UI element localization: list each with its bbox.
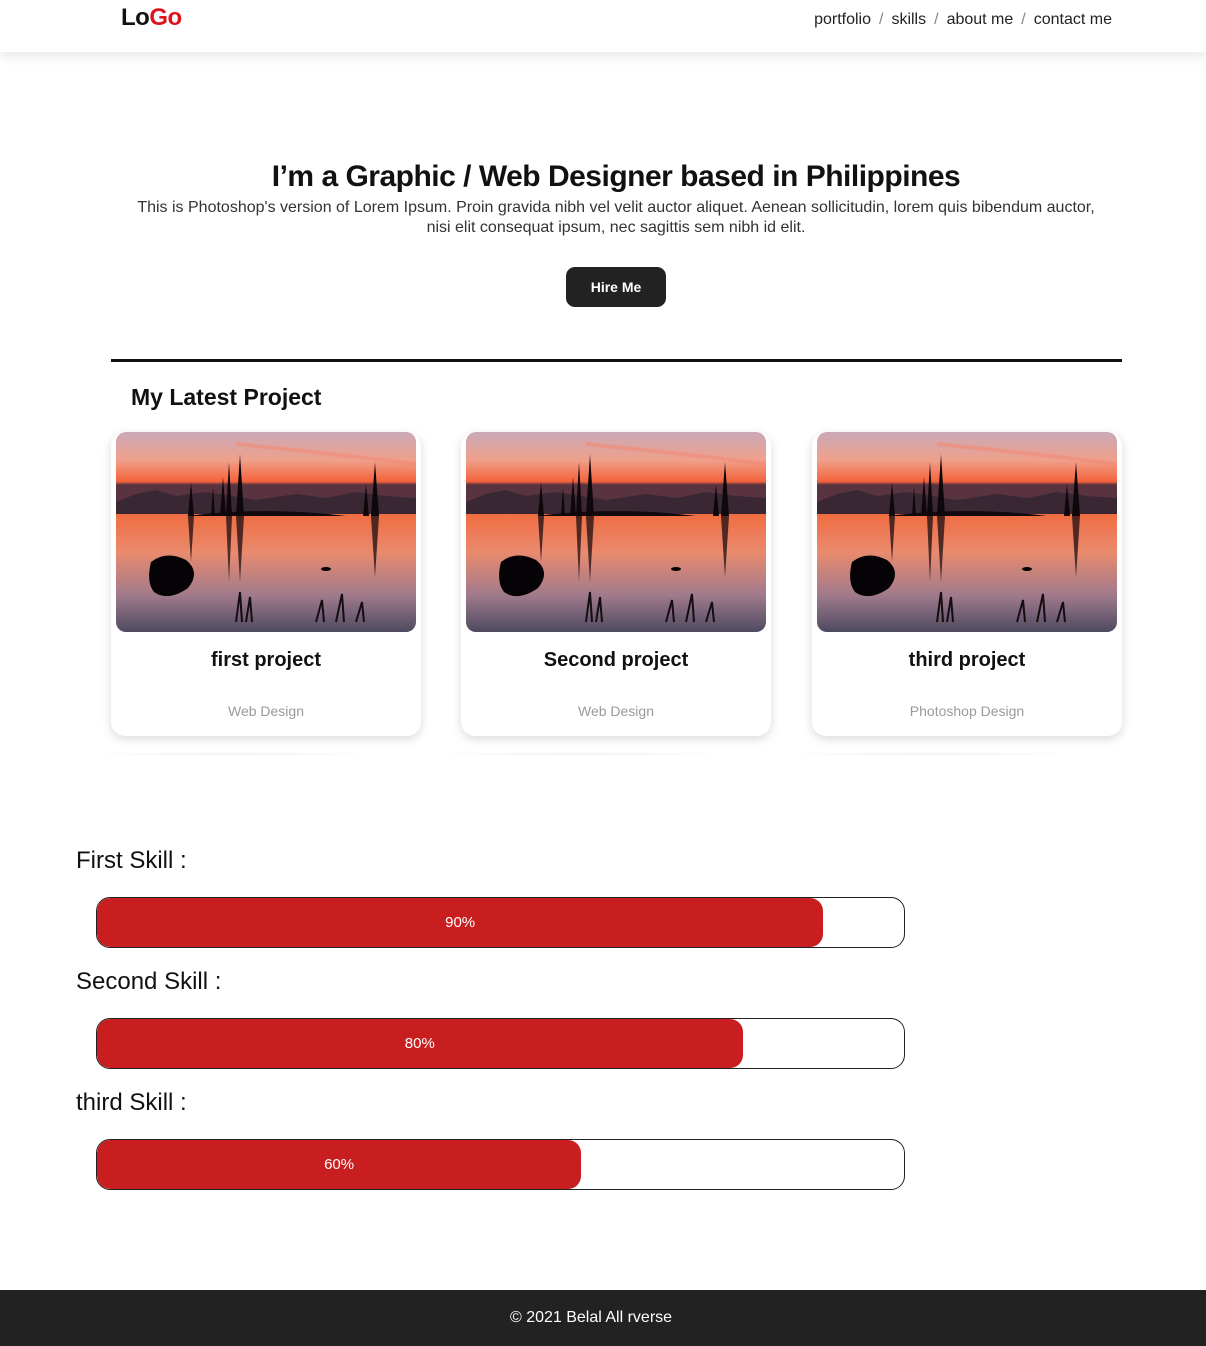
project-image[interactable] [817,432,1117,632]
skill-progress-fill: 90% [97,898,824,947]
skill-progress-fill: 80% [97,1019,743,1068]
hero-title: I’m a Graphic / Web Designer based in Ph… [271,160,961,193]
copyright-text: © 2021 Belal All rverse [509,1309,673,1326]
sunset-lake-image [116,432,416,632]
skill-label: Second Skill : [76,968,222,995]
project-category: Web Design [577,703,654,719]
project-card-2[interactable]: Second project Web Design [461,432,771,736]
sunset-lake-image [466,432,766,632]
project-title: first project [210,649,322,671]
hero-description: This is Photoshop's version of Lorem Ips… [137,199,1095,236]
project-title: third project [908,649,1026,671]
skill-label: First Skill : [76,847,187,874]
main-nav: portfolio / skills / about me / contact … [814,11,1112,29]
skill-progress-bar: 90% [96,897,905,948]
skill-progress-bar: 60% [96,1139,905,1190]
hire-me-button[interactable]: Hire Me [566,267,666,307]
site-header: LoGo portfolio / skills / about me / con… [0,0,1206,52]
nav-item-portfolio[interactable]: portfolio [814,11,871,29]
logo-part-2: Go [149,4,182,31]
nav-item-skills[interactable]: skills [891,11,926,29]
logo-part-1: Lo [121,4,150,31]
nav-separator: / [1021,11,1026,28]
section-divider [111,359,1122,362]
skill-label: third Skill : [76,1089,187,1116]
logo[interactable]: LoGo [121,4,182,32]
sunset-lake-image [817,432,1117,632]
nav-separator: / [934,11,939,28]
nav-item-about-me[interactable]: about me [947,11,1014,29]
project-image[interactable] [116,432,416,632]
card-floor-shadow [425,752,735,756]
card-floor-shadow [776,752,1086,756]
card-floor-shadow [75,752,385,756]
project-category: Web Design [227,703,304,719]
skill-progress-bar: 80% [96,1018,905,1069]
project-card-3[interactable]: third project Photoshop Design [812,432,1122,736]
project-title: Second project [543,649,689,671]
nav-separator: / [878,11,884,28]
project-card-1[interactable]: first project Web Design [111,432,421,736]
nav-item-contact-me[interactable]: contact me [1034,11,1112,29]
projects-section-title: My Latest Project [131,384,322,410]
skill-progress-fill: 60% [97,1140,582,1189]
project-image[interactable] [466,432,766,632]
project-category: Photoshop Design [909,703,1025,719]
site-footer: © 2021 Belal All rverse [0,1290,1206,1346]
